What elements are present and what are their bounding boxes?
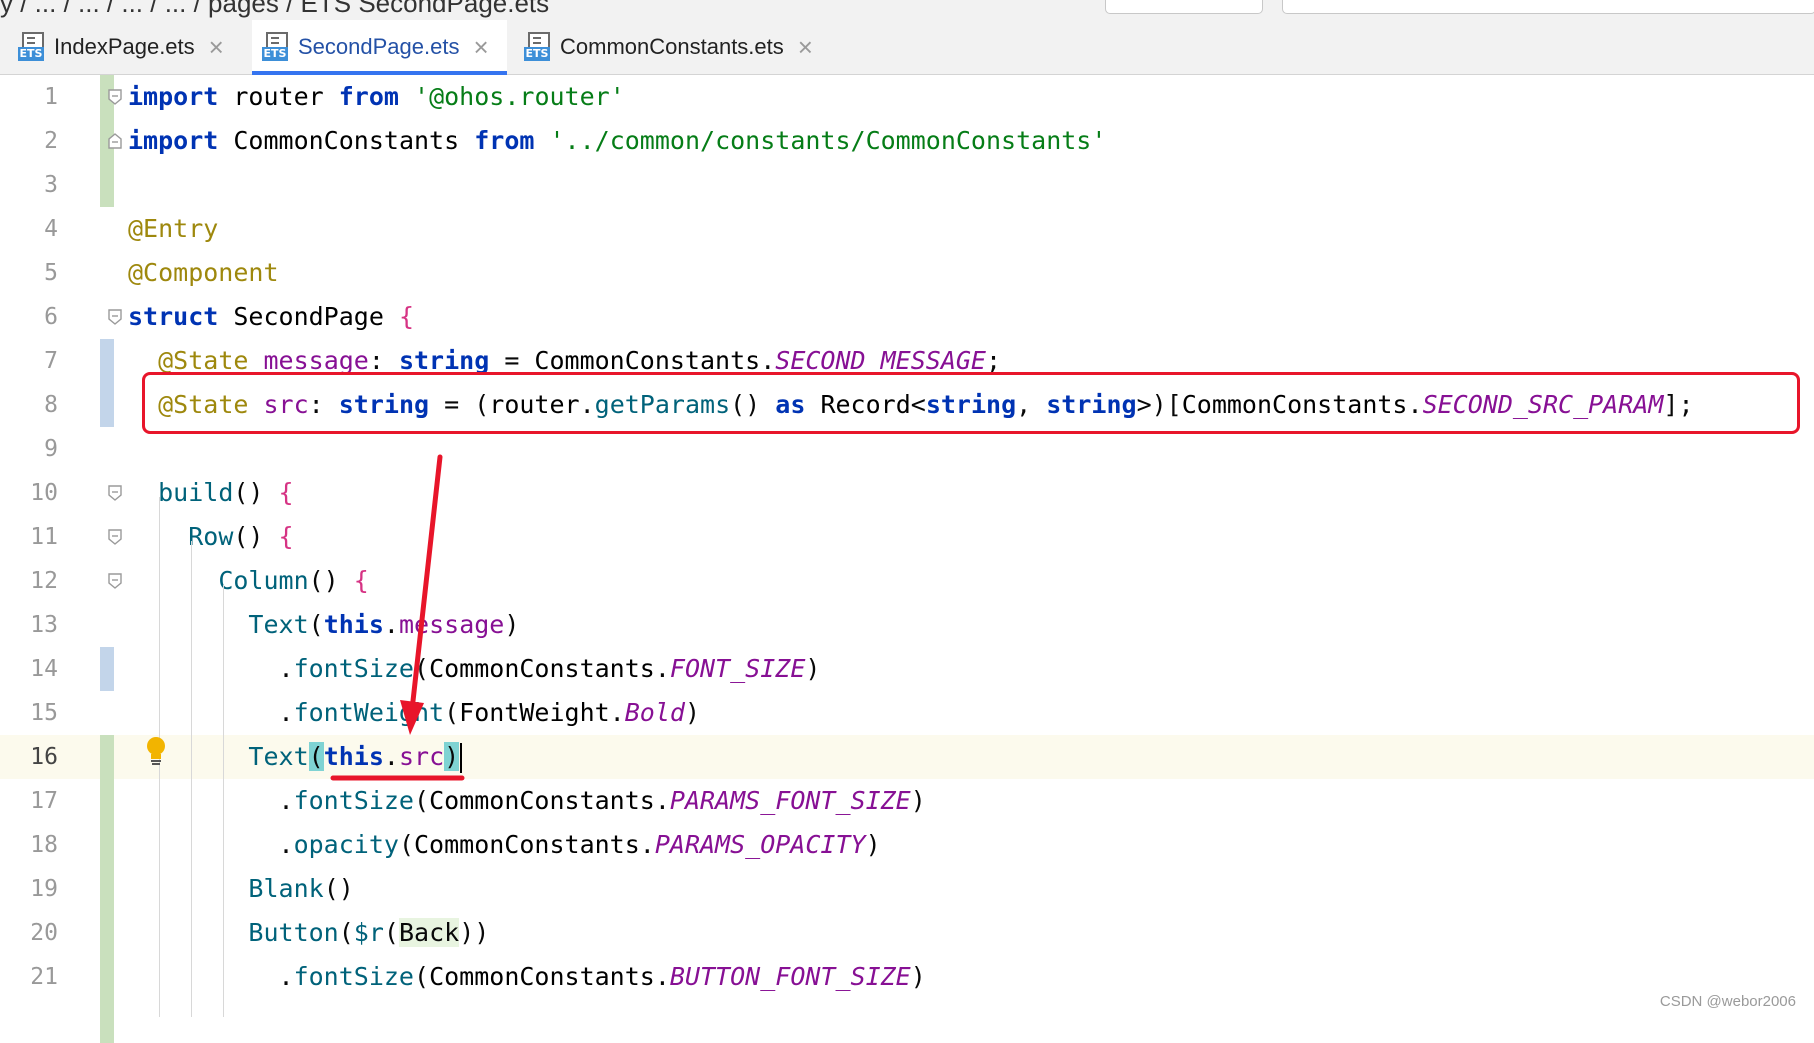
code-text: .fontSize(CommonConstants.BUTTON_FONT_SI… [128, 962, 926, 991]
gutter-change-marker [100, 339, 114, 383]
code-line[interactable]: 2 import CommonConstants from '../common… [0, 119, 1814, 163]
line-number: 7 [44, 348, 58, 374]
gutter-change-marker [100, 383, 114, 427]
line-number: 12 [30, 568, 58, 594]
tab-label: IndexPage.ets [54, 34, 195, 59]
code-text: @Entry [128, 214, 219, 243]
run-config-selector[interactable] [1105, 0, 1263, 14]
line-number: 6 [44, 304, 58, 330]
code-text: .fontWeight(FontWeight.Bold) [128, 698, 701, 727]
lightbulb-icon[interactable] [145, 736, 167, 766]
code-text: Column() { [218, 566, 369, 595]
breadcrumb[interactable]: y / ... / ... / ... / ... / pages / ETS … [0, 0, 549, 19]
code-line-current[interactable]: 16 Text(this.src) [0, 735, 1814, 779]
line-number: 20 [30, 920, 58, 946]
code-text: .fontSize(CommonConstants.FONT_SIZE) [128, 654, 821, 683]
code-line[interactable]: 17 .fontSize(CommonConstants.PARAMS_FONT… [0, 779, 1814, 823]
close-icon[interactable]: × [209, 34, 224, 60]
line-number: 2 [44, 128, 58, 154]
line-number: 10 [30, 480, 58, 506]
ets-file-icon: ETS [262, 32, 288, 62]
code-line[interactable] [0, 999, 1814, 1043]
fold-icon[interactable] [108, 309, 122, 325]
code-line[interactable]: 18 .opacity(CommonConstants.PARAMS_OPACI… [0, 823, 1814, 867]
code-text: @Component [128, 258, 279, 287]
line-number: 14 [30, 656, 58, 682]
ets-file-icon: ETS [18, 32, 44, 62]
code-text: .opacity(CommonConstants.PARAMS_OPACITY) [128, 830, 881, 859]
code-text: build() { [158, 478, 294, 507]
code-text: Blank() [248, 874, 354, 903]
code-line[interactable]: 12 Column() { [0, 559, 1814, 603]
code-text: struct SecondPage { [128, 302, 415, 331]
line-number: 15 [30, 700, 58, 726]
code-text: Text(this.src) [128, 735, 463, 779]
tab-secondpage[interactable]: ETS SecondPage.ets × [252, 20, 507, 75]
code-text: import CommonConstants from '../common/c… [128, 126, 1107, 155]
gutter-change-marker [100, 999, 114, 1043]
line-number: 4 [44, 216, 58, 242]
line-number: 21 [30, 964, 58, 990]
code-line[interactable]: 5 @Component [0, 251, 1814, 295]
indent-guide [223, 585, 224, 1017]
fold-icon[interactable] [108, 133, 122, 149]
code-editor[interactable]: 1 import router from '@ohos.router' 2 im… [0, 75, 1814, 1043]
code-line[interactable]: 19 Blank() [0, 867, 1814, 911]
code-line[interactable]: 13 Text(this.message) [0, 603, 1814, 647]
tab-label: CommonConstants.ets [560, 34, 784, 59]
gutter-change-marker [100, 911, 114, 955]
code-line[interactable]: 14 .fontSize(CommonConstants.FONT_SIZE) [0, 647, 1814, 691]
line-number: 17 [30, 788, 58, 814]
line-number: 11 [30, 524, 58, 550]
close-icon[interactable]: × [798, 34, 813, 60]
code-line[interactable]: 1 import router from '@ohos.router' [0, 75, 1814, 119]
code-text: Text(this.message) [248, 610, 520, 639]
fold-icon[interactable] [108, 485, 122, 501]
editor-tabs: ETS IndexPage.ets × ETS SecondPage.ets ×… [0, 20, 1814, 75]
code-line[interactable]: 6 struct SecondPage { [0, 295, 1814, 339]
code-text: Row() { [188, 522, 294, 551]
fold-icon[interactable] [108, 89, 122, 105]
code-line[interactable]: 10 build() { [0, 471, 1814, 515]
line-number: 5 [44, 260, 58, 286]
close-icon[interactable]: × [473, 34, 488, 60]
code-line[interactable]: 11 Row() { [0, 515, 1814, 559]
line-number: 13 [30, 612, 58, 638]
code-line[interactable]: 20 Button($r(Back)) [0, 911, 1814, 955]
ets-file-icon: ETS [524, 32, 550, 62]
device-selector[interactable] [1282, 0, 1814, 14]
line-number: 3 [44, 172, 58, 198]
code-line[interactable]: 4 @Entry [0, 207, 1814, 251]
gutter-change-marker [100, 647, 114, 691]
code-line[interactable]: 21 .fontSize(CommonConstants.BUTTON_FONT… [0, 955, 1814, 999]
gutter-change-marker [100, 867, 114, 911]
navigation-bar: y / ... / ... / ... / ... / pages / ETS … [0, 0, 1814, 21]
gutter-change-marker [100, 955, 114, 999]
tab-label: SecondPage.ets [298, 34, 460, 59]
line-number: 19 [30, 876, 58, 902]
gutter-change-marker [100, 779, 114, 823]
gutter-change-marker [100, 163, 114, 207]
line-number: 8 [44, 392, 58, 418]
code-text: .fontSize(CommonConstants.PARAMS_FONT_SI… [128, 786, 926, 815]
gutter-change-marker [100, 735, 114, 779]
tab-indexpage[interactable]: ETS IndexPage.ets × [18, 20, 243, 74]
line-number: 9 [44, 436, 58, 462]
line-number: 1 [44, 84, 58, 110]
fold-icon[interactable] [108, 573, 122, 589]
text-cursor [460, 743, 463, 773]
line-number: 18 [30, 832, 58, 858]
code-line[interactable]: 3 [0, 163, 1814, 207]
code-text: Button($r(Back)) [248, 918, 490, 947]
code-text: import router from '@ohos.router' [128, 82, 625, 111]
tab-commonconstants[interactable]: ETS CommonConstants.ets × [524, 20, 824, 74]
fold-icon[interactable] [108, 529, 122, 545]
gutter-change-marker [100, 823, 114, 867]
code-line[interactable]: 15 .fontWeight(FontWeight.Bold) [0, 691, 1814, 735]
watermark: CSDN @webor2006 [1659, 993, 1796, 1010]
indent-guide [191, 541, 192, 1017]
line-number: 16 [30, 744, 58, 770]
highlight-box [142, 372, 1800, 434]
